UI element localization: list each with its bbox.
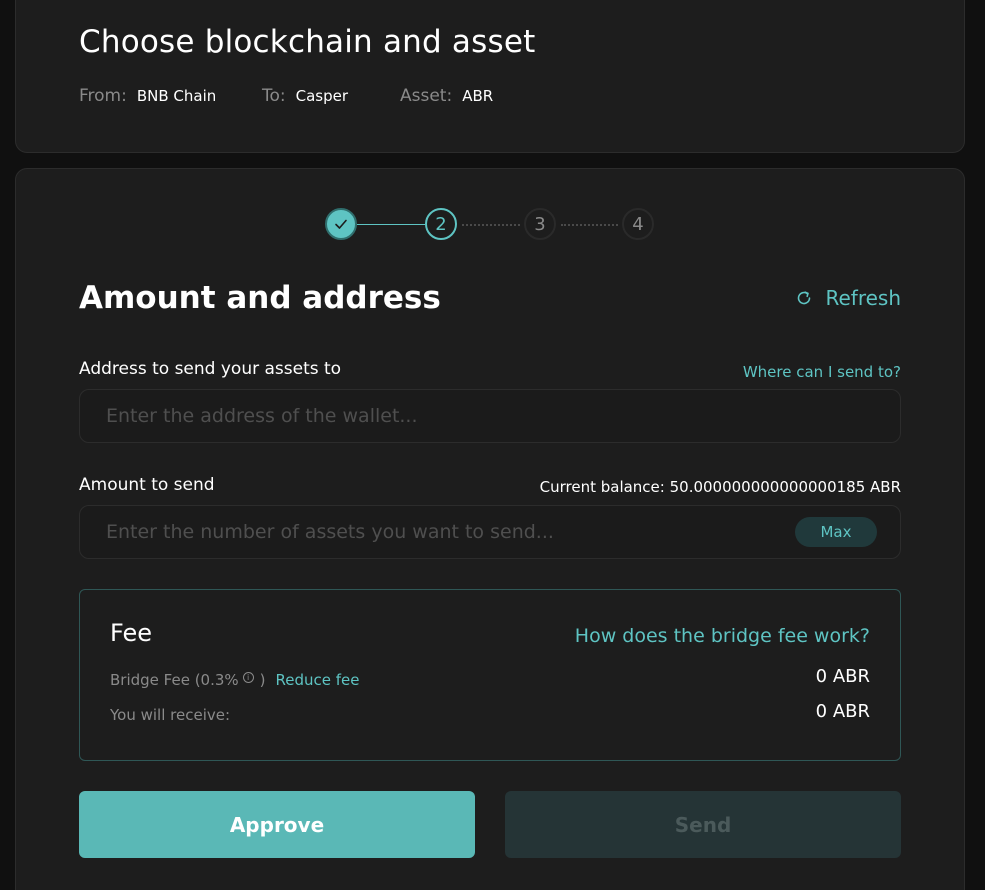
stepper-line-1 bbox=[357, 224, 425, 225]
where-can-i-send-link[interactable]: Where can I send to? bbox=[743, 363, 901, 381]
address-input[interactable] bbox=[80, 390, 900, 442]
step-3: 3 bbox=[524, 208, 556, 240]
to-value: Casper bbox=[295, 87, 349, 105]
address-label: Address to send your assets to bbox=[79, 359, 342, 379]
max-button[interactable]: Max bbox=[795, 517, 877, 547]
step-4: 4 bbox=[622, 208, 654, 240]
choose-blockchain-card bbox=[15, 0, 965, 153]
fee-title: Fee bbox=[110, 619, 153, 647]
info-icon[interactable]: i bbox=[242, 672, 254, 683]
page-title: Choose blockchain and asset bbox=[79, 24, 536, 60]
stepper-line-2 bbox=[462, 224, 520, 226]
to-label: To: bbox=[262, 86, 286, 106]
receive-value: 0 ABR bbox=[815, 701, 870, 722]
stepper-line-3 bbox=[561, 224, 618, 226]
amount-field-wrapper: Max bbox=[79, 505, 901, 559]
send-button[interactable]: Send bbox=[505, 791, 901, 858]
from-value: BNB Chain bbox=[136, 87, 217, 105]
address-field-wrapper bbox=[79, 389, 901, 443]
receive-row: You will receive: bbox=[110, 706, 230, 724]
approve-button[interactable]: Approve bbox=[79, 791, 475, 858]
bridge-fee-row: Bridge Fee (0.3% i ) Reduce fee bbox=[110, 671, 360, 689]
amount-input[interactable] bbox=[80, 506, 900, 558]
refresh-icon bbox=[798, 291, 811, 305]
refresh-button[interactable]: Refresh bbox=[795, 286, 901, 310]
receive-label: You will receive: bbox=[110, 706, 231, 724]
asset-value: ABR bbox=[462, 87, 494, 105]
reduce-fee-link[interactable]: Reduce fee bbox=[276, 671, 360, 689]
amount-label: Amount to send bbox=[79, 475, 215, 495]
bridge-fee-label: Bridge Fee (0.3% bbox=[110, 671, 239, 689]
route-from: From: BNB Chain bbox=[79, 86, 216, 106]
step-2-current: 2 bbox=[425, 208, 457, 240]
check-icon bbox=[335, 219, 347, 229]
from-label: From: bbox=[79, 86, 127, 106]
how-bridge-fee-works-link[interactable]: How does the bridge fee work? bbox=[575, 625, 870, 647]
refresh-label: Refresh bbox=[825, 286, 901, 310]
bridge-fee-value: 0 ABR bbox=[815, 666, 870, 687]
current-balance: Current balance: 50.000000000000000185 A… bbox=[539, 478, 901, 496]
section-title: Amount and address bbox=[79, 280, 441, 316]
asset-label: Asset: bbox=[400, 86, 453, 106]
bridge-fee-close: ) bbox=[259, 671, 266, 689]
route-to: To: Casper bbox=[262, 86, 348, 106]
step-1-completed bbox=[325, 208, 357, 240]
route-asset: Asset: ABR bbox=[400, 86, 493, 106]
fee-panel: Fee How does the bridge fee work? Bridge… bbox=[79, 589, 901, 761]
